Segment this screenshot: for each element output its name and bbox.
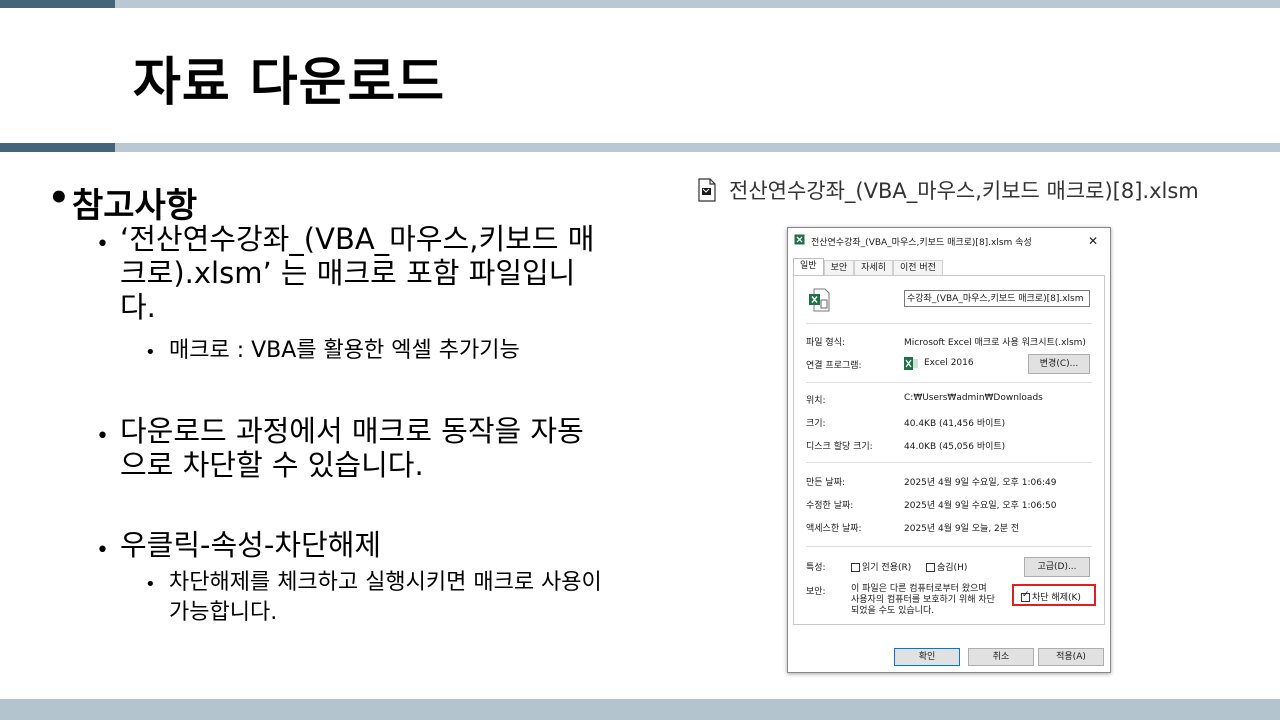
file-name-label: 전산연수강좌_(VBA_마우스,키보드 매크로)[8].xlsm [729,179,1199,203]
ok-button[interactable]: 확인 [894,648,960,666]
excel-macro-file-icon [808,288,830,315]
bullet-sub3-child: • 차단해제를 체크하고 실행시키면 매크로 사용이 가능합니다. [145,568,625,628]
hidden-option[interactable]: 숨김(H) [926,560,967,573]
blocked-file-icon [697,178,717,202]
bullet-dot: • [145,574,156,595]
readonly-label: 읽기 전용(R) [862,563,912,573]
excel-app-icon [904,357,918,373]
bullet-sub3-text: 우클릭-속성-차단해제 [120,528,382,562]
top-banner-accent [0,0,115,8]
separator [806,546,1092,547]
modified-value: 2025년 4월 9일 수요일, 오후 1:06:50 [904,501,1057,511]
dialog-tabs: 일반 보안 자세히 이전 버전 [793,258,943,276]
separator [806,323,1092,324]
tab-details[interactable]: 자세히 [854,260,893,276]
tab-general[interactable]: 일반 [793,258,824,276]
security-text-line: 이 파일은 다른 컴퓨터로부터 왔으며 [851,584,987,594]
unblock-checkbox[interactable] [1021,590,1030,602]
bullet-sub1-child: • 매크로 : VBA를 활용한 엑셀 추가기능 [145,336,625,366]
top-banner [0,0,1280,8]
type-label: 파일 형식: [806,338,846,348]
title-divider-accent [0,143,115,152]
opens-with-value: Excel 2016 [924,358,974,368]
unblock-label: 차단 해제(K) [1032,593,1081,603]
bullet-sub3-child-text: 차단해제를 체크하고 실행시키면 매크로 사용이 가능합니다. [169,570,602,625]
separator [806,462,1092,463]
unblock-option[interactable]: 차단 해제(K) [1021,590,1081,603]
bullet-main: • 참고사항 [48,178,197,227]
accessed-value: 2025년 4월 9일 오늘, 2분 전 [904,524,1020,534]
bullet-sub1: • ‘전산연수강좌_(VBA_마우스,키보드 매크로).xlsm’ 는 매크로 … [96,222,616,324]
advanced-button[interactable]: 고급(D)... [1024,557,1090,577]
bullet-dot: • [48,178,70,218]
security-message: 이 파일은 다른 컴퓨터로부터 왔으며 사용자의 컴퓨터를 보호하기 위해 차단… [851,584,1021,617]
opens-with-label: 연결 프로그램: [806,361,862,371]
bullet-dot: • [96,424,109,449]
general-panel: 수강좌_(VBA_마우스,키보드 매크로)[8].xlsm 파일 형식: Mic… [793,275,1105,625]
disk-size-value: 44.0KB (45,056 바이트) [904,442,1006,452]
bullet-sub1-child-text: 매크로 : VBA를 활용한 엑셀 추가기능 [169,338,520,363]
bottom-banner [0,699,1280,720]
close-icon[interactable]: ✕ [1088,234,1098,248]
bullet-sub2: • 다운로드 과정에서 매크로 동작을 자동으로 차단할 수 있습니다. [96,414,616,482]
readonly-checkbox[interactable] [851,563,860,572]
apply-button[interactable]: 적용(A) [1038,648,1104,666]
modified-label: 수정한 날짜: [806,501,854,511]
readonly-option[interactable]: 읽기 전용(R) [851,560,911,573]
created-label: 만든 날짜: [806,478,846,488]
dialog-title: 전산연수강좌_(VBA_마우스,키보드 매크로)[8].xlsm 속성 [811,237,1032,248]
bullet-dot: • [96,232,109,257]
location-label: 위치: [806,396,826,406]
security-text-line: 사용자의 컴퓨터를 보호하기 위해 차단 [851,595,995,605]
disk-size-label: 디스크 할당 크기: [806,442,873,452]
security-text-line: 되었을 수도 있습니다. [851,606,935,616]
properties-dialog: 전산연수강좌_(VBA_마우스,키보드 매크로)[8].xlsm 속성 ✕ 일반… [787,227,1111,673]
bullet-sub1-text: ‘전산연수강좌_(VBA_마우스,키보드 매크로).xlsm’ 는 매크로 포함… [120,222,595,324]
created-value: 2025년 4월 9일 수요일, 오후 1:06:49 [904,478,1057,488]
separator [806,382,1092,383]
bullet-sub3: • 우클릭-속성-차단해제 [96,528,616,563]
bullet-main-text: 참고사항 [72,186,198,226]
cancel-button[interactable]: 취소 [968,648,1034,666]
excel-file-icon [794,234,805,248]
slide-title: 자료 다운로드 [133,53,446,113]
size-label: 크기: [806,419,826,429]
title-divider [0,143,1280,152]
type-value: Microsoft Excel 매크로 사용 워크시트(.xlsm) [904,338,1086,348]
hidden-checkbox[interactable] [926,563,935,572]
filename-input[interactable]: 수강좌_(VBA_마우스,키보드 매크로)[8].xlsm [904,290,1090,307]
dialog-titlebar: 전산연수강좌_(VBA_마우스,키보드 매크로)[8].xlsm 속성 ✕ [794,234,1100,248]
security-label: 보안: [806,587,826,597]
bullet-sub2-text: 다운로드 과정에서 매크로 동작을 자동으로 차단할 수 있습니다. [120,414,584,482]
tab-security[interactable]: 보안 [823,260,855,276]
hidden-label: 숨김(H) [937,563,968,573]
bullet-dot: • [96,538,109,563]
size-value: 40.4KB (41,456 바이트) [904,419,1006,429]
bullet-dot: • [145,342,156,363]
tab-previous-versions[interactable]: 이전 버전 [892,260,943,276]
location-value: C:₩Users₩admin₩Downloads [904,393,1043,403]
attributes-label: 특성: [806,563,826,573]
change-button[interactable]: 변경(C)... [1028,354,1090,374]
file-entry: 전산연수강좌_(VBA_마우스,키보드 매크로)[8].xlsm [697,175,1199,205]
accessed-label: 액세스한 날짜: [806,524,862,534]
